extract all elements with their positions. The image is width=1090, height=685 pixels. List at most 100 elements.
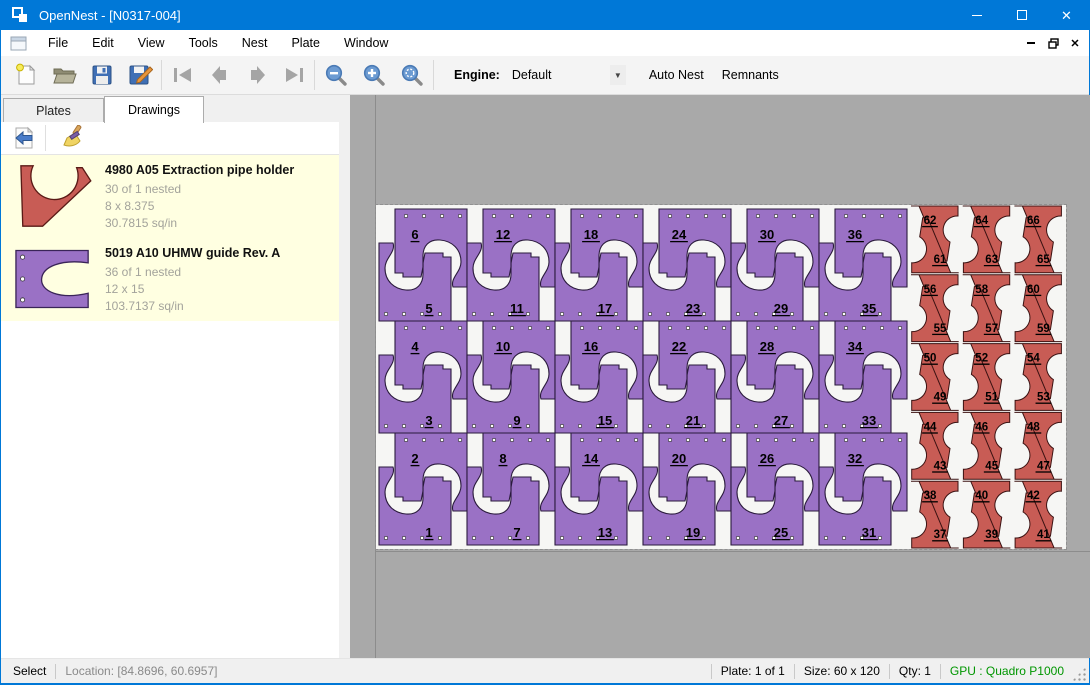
- svg-text:48: 48: [1027, 421, 1040, 433]
- svg-text:39: 39: [985, 529, 998, 541]
- nest-pair-purple[interactable]: 1211: [467, 209, 555, 321]
- nest-pair-purple[interactable]: 65: [379, 209, 467, 321]
- svg-text:31: 31: [862, 525, 876, 540]
- open-button[interactable]: [45, 59, 83, 91]
- drawing-area: 103.7137 sq/in: [105, 298, 339, 315]
- nest-pair-purple[interactable]: 2827: [731, 321, 819, 433]
- svg-text:13: 13: [598, 525, 612, 540]
- title-bar: OpenNest - [N0317-004] ✕: [1, 0, 1089, 30]
- zoom-fit-button[interactable]: [393, 59, 431, 91]
- nest-pair-purple[interactable]: 21: [379, 433, 467, 545]
- svg-text:56: 56: [924, 284, 937, 296]
- auto-nest-button[interactable]: Auto Nest: [640, 62, 713, 88]
- nest-pair-red[interactable]: 54 53: [1014, 344, 1062, 411]
- mdi-restore-button[interactable]: [1045, 35, 1061, 51]
- new-file-icon: [14, 63, 38, 87]
- save-as-button[interactable]: [121, 59, 159, 91]
- svg-text:6: 6: [411, 227, 418, 242]
- panel-splitter[interactable]: [339, 95, 350, 658]
- nest-pair-purple[interactable]: 2221: [643, 321, 731, 433]
- save-button[interactable]: [83, 59, 121, 91]
- svg-text:55: 55: [934, 323, 947, 335]
- nest-pair-purple[interactable]: 3635: [819, 209, 907, 321]
- nest-pair-red[interactable]: 56 55: [911, 275, 959, 342]
- svg-text:12: 12: [496, 227, 510, 242]
- menu-window[interactable]: Window: [332, 31, 400, 55]
- maximize-button[interactable]: [999, 0, 1044, 30]
- drawing-nested-count: 36 of 1 nested: [105, 264, 339, 281]
- status-bar: Select Location: [84.8696, 60.6957] Plat…: [1, 658, 1089, 683]
- drawing-size: 12 x 15: [105, 281, 339, 298]
- menu-plate[interactable]: Plate: [279, 31, 332, 55]
- nest-pair-red[interactable]: 4241: [1014, 481, 1062, 548]
- import-drawing-button[interactable]: [7, 124, 41, 152]
- nest-pair-red[interactable]: 6463: [963, 206, 1011, 273]
- svg-text:54: 54: [1027, 353, 1040, 365]
- toolbar-separator: [433, 60, 434, 90]
- resize-grip[interactable]: [1072, 667, 1086, 681]
- menu-nest[interactable]: Nest: [230, 31, 280, 55]
- last-plate-button[interactable]: [275, 59, 312, 91]
- menu-file[interactable]: File: [36, 31, 80, 55]
- engine-combobox[interactable]: Default ▼: [508, 63, 626, 87]
- status-divider: [794, 664, 795, 679]
- nest-pair-red[interactable]: 6261: [911, 206, 959, 273]
- svg-text:36: 36: [848, 227, 862, 242]
- nest-pair-red[interactable]: 3837: [911, 481, 959, 548]
- nest-pair-purple[interactable]: 3433: [819, 321, 907, 433]
- nest-pair-purple[interactable]: 43: [379, 321, 467, 433]
- toolbar-separator: [45, 125, 46, 151]
- nest-pair-red[interactable]: 6665: [1014, 206, 1062, 273]
- svg-text:60: 60: [1027, 284, 1040, 296]
- nest-canvas[interactable]: 6512111817242330293635431091615222128273…: [350, 95, 1090, 658]
- nest-pair-purple[interactable]: 1817: [555, 209, 643, 321]
- svg-text:24: 24: [672, 227, 687, 242]
- svg-text:19: 19: [686, 525, 700, 540]
- svg-text:38: 38: [924, 490, 937, 502]
- first-plate-button[interactable]: [164, 59, 201, 91]
- main-area: Plates Drawings: [1, 95, 1089, 658]
- svg-text:53: 53: [1037, 392, 1050, 404]
- nest-pair-purple[interactable]: 109: [467, 321, 555, 433]
- previous-plate-button[interactable]: [201, 59, 238, 91]
- nest-pair-purple[interactable]: 3231: [819, 433, 907, 545]
- minimize-icon: [972, 15, 982, 16]
- nest-pair-red[interactable]: 4645: [963, 412, 1011, 479]
- nest-pair-red[interactable]: 5049: [911, 344, 959, 411]
- menu-edit[interactable]: Edit: [80, 31, 126, 55]
- nest-pair-red[interactable]: 5251: [963, 344, 1011, 411]
- broom-icon: [61, 125, 85, 151]
- nest-pair-red[interactable]: 4039: [963, 481, 1011, 548]
- mdi-minimize-button[interactable]: [1023, 35, 1039, 51]
- mdi-close-button[interactable]: ✕: [1067, 35, 1083, 51]
- menu-tools[interactable]: Tools: [177, 31, 230, 55]
- nest-pair-red[interactable]: 6059: [1014, 275, 1062, 342]
- new-button[interactable]: [7, 59, 45, 91]
- svg-text:1: 1: [425, 525, 432, 540]
- svg-text:49: 49: [934, 392, 947, 404]
- zoom-in-button[interactable]: [355, 59, 393, 91]
- nest-pair-red[interactable]: 4443: [911, 412, 959, 479]
- drawing-item-5019[interactable]: 5019 A10 UHMW guide Rev. A 36 of 1 neste…: [1, 238, 339, 321]
- document-icon: [10, 36, 27, 51]
- next-plate-button[interactable]: [238, 59, 275, 91]
- nest-pair-purple[interactable]: 87: [467, 433, 555, 545]
- nest-pair-purple[interactable]: 2625: [731, 433, 819, 545]
- nest-pair-red[interactable]: 5857: [963, 275, 1011, 342]
- nest-pair-purple[interactable]: 3029: [731, 209, 819, 321]
- clear-drawings-button[interactable]: [56, 124, 90, 152]
- drawing-item-4980[interactable]: 4980 A05 Extraction pipe holder 30 of 1 …: [1, 155, 339, 238]
- tab-plates[interactable]: Plates: [3, 98, 104, 122]
- nest-pair-purple[interactable]: 1413: [555, 433, 643, 545]
- tab-drawings[interactable]: Drawings: [104, 96, 204, 123]
- zoom-out-button[interactable]: [317, 59, 355, 91]
- nest-pair-purple[interactable]: 2423: [643, 209, 731, 321]
- main-toolbar: Engine: Default ▼ Auto Nest Remnants: [1, 56, 1089, 95]
- nest-pair-purple[interactable]: 2019: [643, 433, 731, 545]
- menu-view[interactable]: View: [126, 31, 177, 55]
- remnants-button[interactable]: Remnants: [713, 62, 788, 88]
- nest-pair-red[interactable]: 4847: [1014, 412, 1062, 479]
- close-button[interactable]: ✕: [1044, 0, 1089, 30]
- minimize-button[interactable]: [954, 0, 999, 30]
- nest-pair-purple[interactable]: 1615: [555, 321, 643, 433]
